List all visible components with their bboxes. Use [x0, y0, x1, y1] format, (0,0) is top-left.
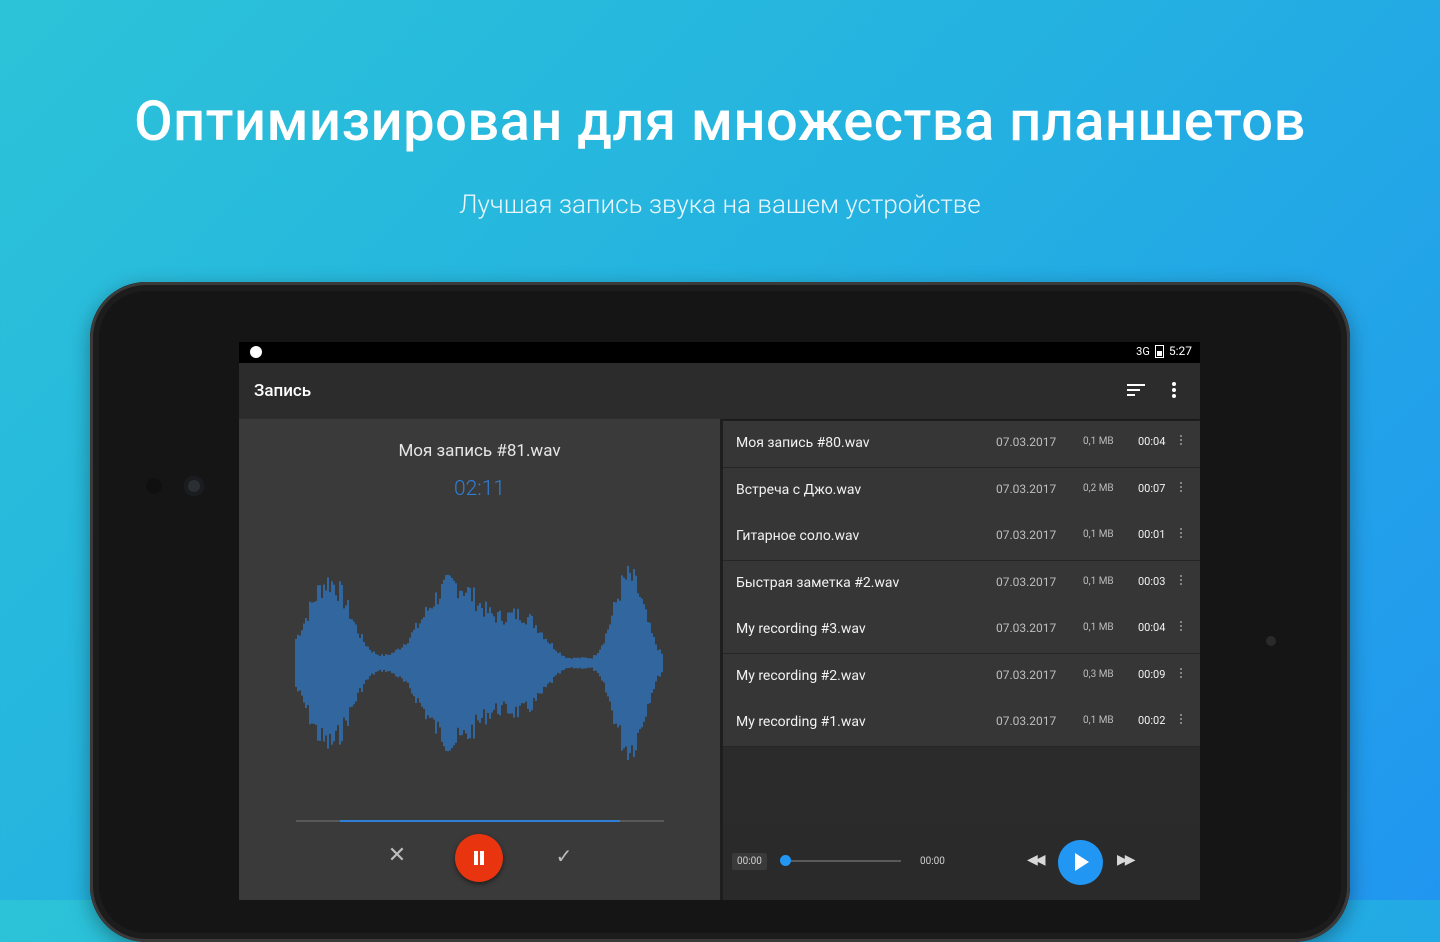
recording-duration: 00:04	[1138, 621, 1166, 634]
app-toolbar: Запись	[239, 363, 1200, 419]
item-more-icon[interactable]	[1179, 528, 1183, 540]
page-title: Запись	[254, 381, 312, 401]
recording-date: 07.03.2017	[996, 621, 1057, 635]
recording-list-item[interactable]: Встреча с Джо.wav 07.03.2017 0,2 MB 00:07	[723, 467, 1200, 515]
recording-duration: 00:02	[1138, 714, 1166, 727]
recording-date: 07.03.2017	[996, 528, 1057, 542]
rewind-icon[interactable]: ◀◀	[1027, 852, 1045, 868]
item-more-icon[interactable]	[1179, 714, 1183, 726]
recording-size: 0,1 MB	[1083, 715, 1114, 726]
waveform-visualizer	[295, 566, 663, 760]
playback-bar: 00:00 00:00 ◀◀ ▶▶	[723, 823, 1200, 900]
recording-date: 07.03.2017	[996, 667, 1057, 682]
status-clock: 5:27	[1168, 344, 1192, 358]
recording-size: 0,3 MB	[1083, 668, 1114, 680]
recording-name: Моя запись #80.wav	[736, 435, 870, 451]
recording-name: My recording #3.wav	[736, 621, 866, 637]
sort-icon[interactable]	[1127, 384, 1145, 398]
tablet-sensor	[146, 478, 162, 494]
tablet-light-sensor	[1266, 636, 1276, 646]
playback-seekbar[interactable]	[785, 860, 901, 862]
recording-list-item[interactable]: Моя запись #80.wav 07.03.2017 0,1 MB 00:04	[723, 421, 1200, 468]
recording-duration: 00:03	[1138, 574, 1166, 588]
item-more-icon[interactable]	[1179, 667, 1183, 680]
recording-duration: 00:04	[1138, 435, 1166, 448]
seekbar-thumb[interactable]	[780, 855, 791, 866]
recording-size: 0,1 MB	[1083, 529, 1114, 540]
status-indicators: 3G 5:27	[1136, 344, 1192, 358]
recording-progress	[296, 820, 664, 822]
recording-name: My recording #2.wav	[736, 667, 866, 684]
fast-forward-icon[interactable]: ▶▶	[1117, 852, 1135, 868]
recorder-panel: Моя запись #81.wav 02:11 ✕ ✓	[239, 419, 720, 900]
app-screen: 3G 5:27 Запись Моя запись #81.wav 02:11 …	[239, 342, 1200, 900]
play-button[interactable]	[1058, 840, 1103, 885]
playback-current-time: 00:00	[732, 853, 767, 870]
pause-recording-button[interactable]	[455, 834, 503, 882]
recording-date: 07.03.2017	[996, 481, 1057, 496]
marketing-subline: Лучшая запись звука на вашем устройстве	[459, 190, 981, 220]
more-vert-icon[interactable]	[1164, 382, 1184, 402]
item-more-icon[interactable]	[1179, 574, 1183, 587]
recording-duration: 00:09	[1138, 667, 1166, 681]
recording-list-item[interactable]: Быстрая заметка #2.wav 07.03.2017 0,1 MB 00…	[723, 560, 1200, 608]
item-more-icon[interactable]	[1179, 481, 1183, 494]
recording-list-item[interactable]: Гитарное соло.wav 07.03.2017 0,1 MB 00:01	[723, 514, 1200, 561]
recording-list-item[interactable]: My recording #2.wav 07.03.2017 0,3 MB 00:09	[723, 653, 1200, 701]
marketing-headline: Оптимизирован для множества планшетов	[134, 88, 1306, 154]
recording-list-item[interactable]: My recording #3.wav 07.03.2017 0,1 MB 00:04	[723, 607, 1200, 654]
recording-name: Быстрая заметка #2.wav	[736, 574, 900, 591]
recording-size: 0,1 MB	[1083, 622, 1114, 633]
recording-date: 07.03.2017	[996, 435, 1057, 449]
recording-duration: 00:01	[1138, 528, 1166, 541]
recording-progress-fill	[340, 820, 620, 822]
network-signal-icon: 3G	[1136, 344, 1150, 358]
status-bar: 3G 5:27	[239, 342, 1200, 363]
recording-timer: 02:11	[453, 477, 505, 501]
recording-size: 0,1 MB	[1083, 436, 1114, 447]
notification-dot-icon	[250, 346, 262, 358]
recording-list-item[interactable]: My recording #1.wav 07.03.2017 0,1 MB 00:02	[723, 700, 1200, 747]
cancel-recording-button[interactable]: ✕	[386, 845, 408, 867]
recording-name: Встреча с Джо.wav	[736, 481, 862, 498]
save-recording-button[interactable]: ✓	[553, 845, 575, 867]
recording-duration: 00:07	[1138, 481, 1166, 495]
tablet-camera	[184, 476, 204, 496]
playback-total-time: 00:00	[920, 856, 945, 867]
recording-date: 07.03.2017	[996, 574, 1057, 589]
recording-date: 07.03.2017	[996, 714, 1057, 728]
battery-icon	[1154, 344, 1164, 358]
recording-name: My recording #1.wav	[736, 714, 866, 730]
item-more-icon[interactable]	[1179, 621, 1183, 633]
recordings-list: Моя запись #80.wav 07.03.2017 0,1 MB 00:04 В…	[723, 421, 1200, 823]
item-more-icon[interactable]	[1179, 435, 1183, 447]
recording-size: 0,2 MB	[1083, 482, 1114, 494]
recording-name: Гитарное соло.wav	[736, 528, 860, 544]
recording-size: 0,1 MB	[1083, 575, 1114, 587]
recording-file-name: Моя запись #81.wav	[398, 441, 561, 461]
